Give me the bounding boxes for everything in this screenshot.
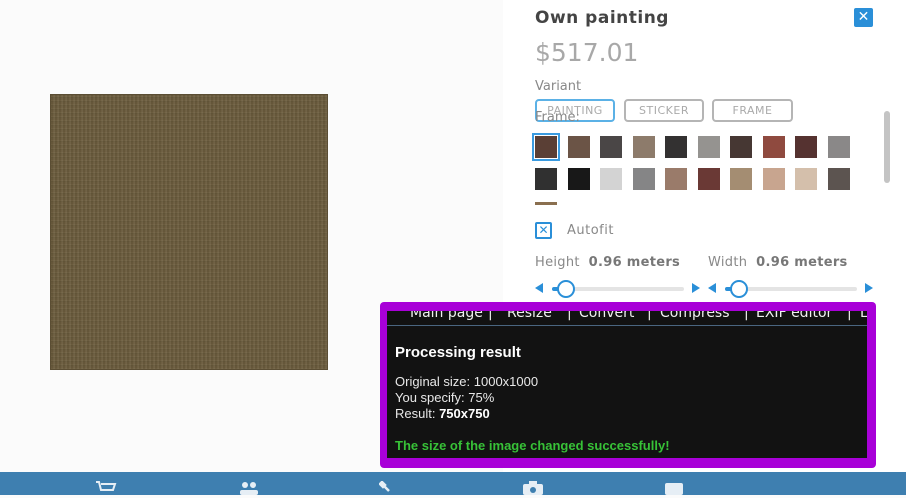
product-title: Own painting bbox=[535, 8, 669, 28]
frame-swatch[interactable] bbox=[535, 168, 557, 190]
frame-swatch[interactable] bbox=[632, 136, 655, 158]
frame-swatch[interactable] bbox=[762, 168, 785, 190]
frame-swatch[interactable] bbox=[632, 168, 655, 190]
frame-swatch[interactable] bbox=[795, 136, 817, 158]
specified-size: You specify: 75% bbox=[395, 390, 495, 405]
frame-label: Frame: bbox=[535, 110, 580, 125]
nav-divider bbox=[387, 325, 867, 326]
nav-main-page[interactable]: Main page bbox=[410, 311, 483, 321]
height-label: Height 0.96 meters bbox=[535, 255, 681, 270]
autofit-checkbox[interactable]: ✕ bbox=[535, 222, 552, 239]
product-price: $517.01 bbox=[535, 38, 639, 67]
width-slider[interactable] bbox=[708, 280, 874, 298]
variant-frame-button[interactable]: FRAME bbox=[712, 99, 793, 122]
frame-swatch[interactable] bbox=[600, 168, 622, 190]
frame-swatch[interactable] bbox=[567, 168, 590, 190]
frame-swatch[interactable] bbox=[697, 168, 720, 190]
users-icon[interactable] bbox=[238, 481, 260, 498]
frame-swatch[interactable] bbox=[665, 136, 687, 158]
frame-swatch[interactable] bbox=[600, 136, 622, 158]
arrow-left-icon[interactable] bbox=[708, 283, 716, 293]
box-icon[interactable] bbox=[664, 481, 684, 498]
nav-separator: | bbox=[647, 311, 652, 321]
frame-swatch[interactable] bbox=[827, 136, 850, 158]
height-value: 0.96 meters bbox=[588, 255, 681, 270]
arrow-right-icon[interactable] bbox=[692, 283, 700, 293]
frame-swatch[interactable] bbox=[697, 136, 720, 158]
bottom-toolbar bbox=[0, 472, 906, 495]
nav-separator: | bbox=[744, 311, 749, 321]
result-size: Result: 750x750 bbox=[395, 406, 490, 421]
height-slider[interactable] bbox=[535, 280, 701, 298]
frame-swatch[interactable] bbox=[795, 168, 817, 190]
nav-separator: | bbox=[567, 311, 572, 321]
arrow-right-icon[interactable] bbox=[865, 283, 873, 293]
frame-swatch[interactable] bbox=[567, 136, 590, 158]
wrench-icon[interactable] bbox=[378, 480, 399, 498]
close-button[interactable]: ✕ bbox=[854, 8, 873, 27]
nav-exif-editor[interactable]: EXIF editor bbox=[756, 311, 832, 321]
frame-swatch-partial[interactable] bbox=[535, 202, 557, 205]
nav-more[interactable]: L bbox=[860, 311, 867, 321]
variant-sticker-button[interactable]: STICKER bbox=[624, 99, 704, 122]
variant-label: Variant bbox=[535, 79, 582, 94]
frame-swatch[interactable] bbox=[730, 136, 752, 158]
check-icon: ✕ bbox=[538, 223, 549, 237]
frame-swatch[interactable] bbox=[665, 168, 687, 190]
close-icon: ✕ bbox=[857, 9, 870, 25]
nav-convert[interactable]: Convert bbox=[579, 311, 634, 321]
frame-swatch[interactable] bbox=[532, 133, 560, 161]
cart-icon[interactable] bbox=[95, 481, 117, 498]
popup-content: Main page | Resize | Convert | Compress … bbox=[387, 311, 867, 458]
nav-separator: | bbox=[488, 311, 493, 321]
panel-scrollbar[interactable] bbox=[884, 111, 890, 183]
nav-resize[interactable]: Resize bbox=[507, 311, 552, 321]
success-message: The size of the image changed successful… bbox=[395, 438, 670, 453]
nav-compress[interactable]: Compress bbox=[660, 311, 730, 321]
frame-swatch[interactable] bbox=[762, 136, 785, 158]
slider-handle[interactable] bbox=[557, 280, 576, 298]
width-label: Width 0.96 meters bbox=[708, 255, 848, 270]
arrow-left-icon[interactable] bbox=[535, 283, 543, 293]
nav-separator: | bbox=[847, 311, 852, 321]
tool-nav: Main page | Resize | Convert | Compress … bbox=[387, 311, 867, 323]
camera-icon[interactable] bbox=[522, 481, 544, 498]
processing-result-popup: Main page | Resize | Convert | Compress … bbox=[380, 302, 876, 468]
original-size: Original size: 1000x1000 bbox=[395, 374, 539, 389]
result-title: Processing result bbox=[395, 344, 521, 361]
frame-swatch[interactable] bbox=[730, 168, 752, 190]
width-value: 0.96 meters bbox=[756, 255, 848, 270]
frame-swatch[interactable] bbox=[827, 168, 850, 190]
slider-handle[interactable] bbox=[730, 280, 749, 298]
autofit-label: Autofit bbox=[567, 223, 614, 238]
painting-preview bbox=[50, 94, 328, 370]
